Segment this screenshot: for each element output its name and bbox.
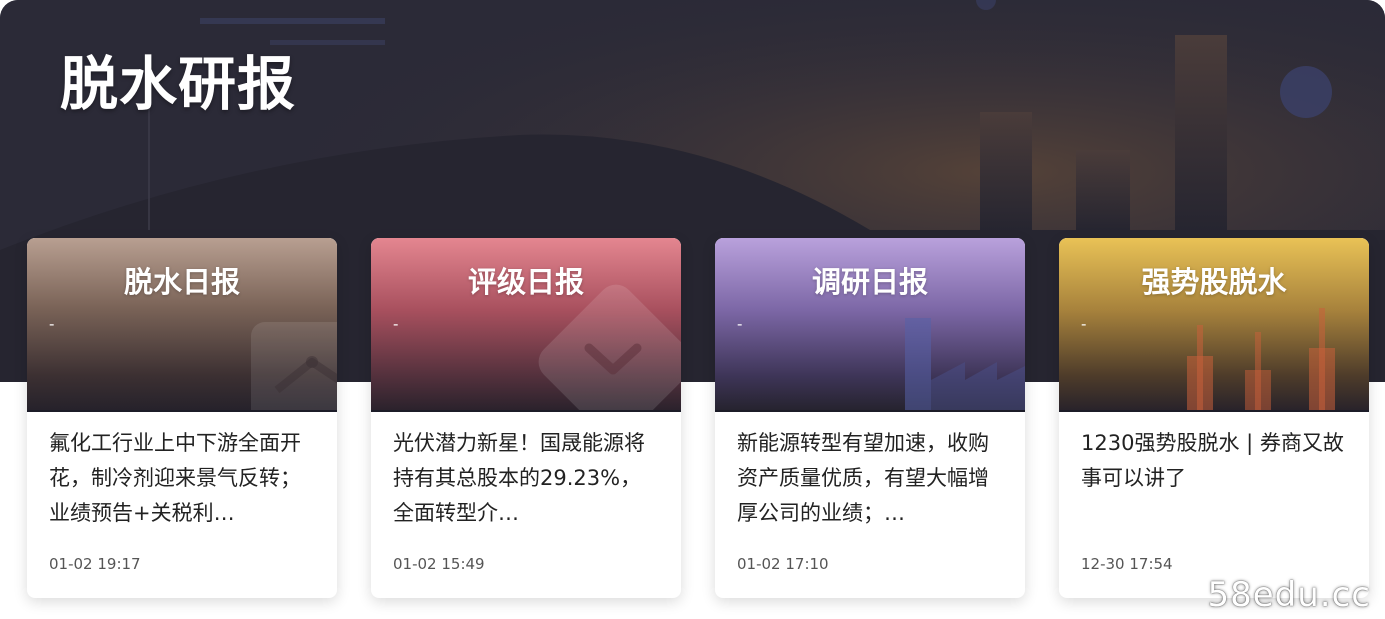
- report-card-strong-stocks[interactable]: 强势股脱水 - 1230强势股脱水 | 券商又故事可以讲了 12-30 17:5…: [1059, 238, 1369, 598]
- card-headline[interactable]: 1230强势股脱水 | 券商又故事可以讲了: [1081, 426, 1347, 531]
- card-timestamp: 01-02 19:17: [49, 555, 141, 573]
- card-title: 脱水日报: [123, 265, 240, 299]
- report-card-dehydration-daily[interactable]: 脱水日报 - 氟化工行业上中下游全面开花，制冷剂迎来景气反转；业绩预告+关税利……: [27, 238, 337, 598]
- card-subtitle: -: [1081, 315, 1087, 333]
- card-title: 强势股脱水: [1141, 265, 1287, 299]
- card-subtitle: -: [737, 315, 743, 333]
- research-page: 脱水研报 脱水日报 - 氟化工行业上中下游全面开花，制冷剂迎来景气反转；业绩预告…: [0, 0, 1385, 619]
- card-header[interactable]: 脱水日报 -: [27, 238, 337, 412]
- card-body: 1230强势股脱水 | 券商又故事可以讲了 12-30 17:54: [1059, 412, 1369, 574]
- card-title: 调研日报: [811, 265, 928, 299]
- card-timestamp: 01-02 15:49: [393, 555, 485, 573]
- page-title: 脱水研报: [60, 50, 297, 118]
- card-body: 氟化工行业上中下游全面开花，制冷剂迎来景气反转；业绩预告+关税利… 01-02 …: [27, 412, 337, 574]
- card-headline[interactable]: 光伏潜力新星！国晟能源将持有其总股本的29.23%，全面转型介…: [393, 426, 659, 531]
- card-body: 新能源转型有望加速，收购资产质量优质，有望大幅增厚公司的业绩；… 01-02 1…: [715, 412, 1025, 574]
- card-headline[interactable]: 新能源转型有望加速，收购资产质量优质，有望大幅增厚公司的业绩；…: [737, 426, 1003, 531]
- report-card-survey-daily[interactable]: 调研日报 - 新能源转型有望加速，收购资产质量优质，有望大幅增厚公司的业绩；… …: [715, 238, 1025, 598]
- card-body: 光伏潜力新星！国晟能源将持有其总股本的29.23%，全面转型介… 01-02 1…: [371, 412, 681, 574]
- card-subtitle: -: [49, 315, 55, 333]
- report-card-rating-daily[interactable]: 评级日报 - 光伏潜力新星！国晟能源将持有其总股本的29.23%，全面转型介… …: [371, 238, 681, 598]
- card-header[interactable]: 调研日报 -: [715, 238, 1025, 412]
- card-subtitle: -: [393, 315, 399, 333]
- card-timestamp: 01-02 17:10: [737, 555, 829, 573]
- card-timestamp: 12-30 17:54: [1081, 555, 1173, 573]
- card-header[interactable]: 强势股脱水 -: [1059, 238, 1369, 412]
- card-header[interactable]: 评级日报 -: [371, 238, 681, 412]
- card-headline[interactable]: 氟化工行业上中下游全面开花，制冷剂迎来景气反转；业绩预告+关税利…: [49, 426, 315, 531]
- card-title: 评级日报: [467, 265, 584, 299]
- watermark: 58edu.cc: [1207, 575, 1371, 615]
